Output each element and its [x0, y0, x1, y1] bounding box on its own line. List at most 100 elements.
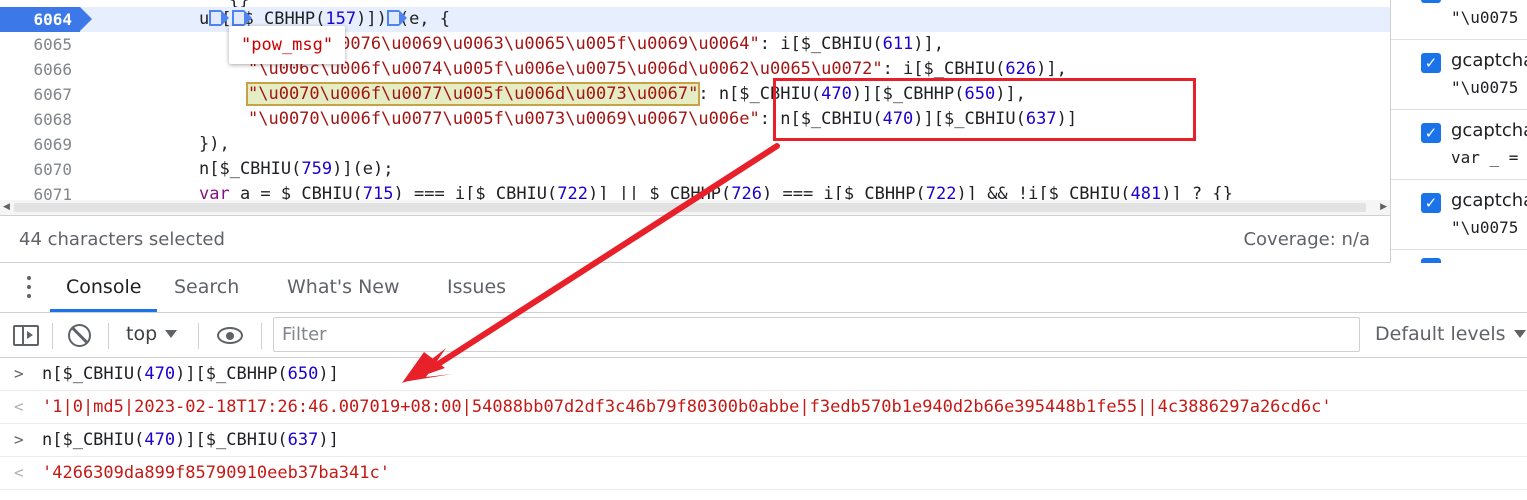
inline-breakpoint-icon[interactable]: [209, 10, 230, 26]
breakpoint-file-name: gcaptcha: [1451, 190, 1527, 211]
line-number[interactable]: 6064: [0, 7, 92, 32]
code-text: "\u0065\u0076\u0069\u0063\u0065\u005f\u0…: [248, 32, 944, 57]
drawer-tab-bar: Console Search What's New Issues: [0, 263, 1527, 313]
tab-console[interactable]: Console: [66, 276, 141, 298]
coverage-status[interactable]: Coverage: n/a: [1243, 229, 1370, 250]
code-text: }),: [199, 132, 230, 157]
inline-breakpoint-icon[interactable]: [386, 10, 407, 26]
editor-status-bar: 44 characters selected Coverage: n/a: [0, 215, 1390, 263]
code-token: )],: [1036, 59, 1067, 79]
code-token: )] && !i[$_CBHIU(: [956, 184, 1131, 200]
scrollbar-thumb[interactable]: [14, 203, 1366, 212]
breakpoint-file-name: gcaptcha: [1451, 50, 1527, 71]
breakpoint-item[interactable]: ✓ gcaptcha "\u0075: [1391, 180, 1527, 250]
code-token: 722: [925, 184, 957, 200]
line-number[interactable]: 6068: [0, 107, 80, 132]
selected-string-token: "\u0070\u006f\u0077\u005f\u006d\u0073\u0…: [245, 82, 701, 106]
code-token: 715: [362, 184, 394, 200]
checkbox-checked-icon[interactable]: ✓: [1421, 123, 1441, 143]
source-editor[interactable]: {} 6064u[$_CBHHP(157)])(e, {6065"\u0065\…: [0, 0, 1390, 200]
line-number[interactable]: 6067: [0, 82, 80, 107]
code-token: var: [199, 184, 230, 200]
code-token: 759: [301, 159, 333, 179]
code-token: "\u0070\u006f\u0077\u005f\u0073\u0069\u0…: [248, 109, 760, 129]
code-token: : i[$_CBHIU(: [759, 34, 883, 54]
result-arrow-icon: <: [14, 397, 24, 416]
context-value: top: [126, 323, 158, 345]
horizontal-scrollbar[interactable]: ◀ ▶: [0, 200, 1390, 215]
selection-status: 44 characters selected: [19, 229, 225, 250]
prompt-chevron-icon: >: [14, 364, 24, 383]
chevron-down-icon: [165, 330, 178, 338]
code-token: u: [199, 9, 210, 29]
toolbar-divider: [108, 323, 109, 349]
console-output[interactable]: > n[$_CBHIU(470)][$_CBHHP(650)] < '1|0|md5|…: [0, 358, 1527, 500]
code-token: )] || $_CBHHP(: [587, 184, 732, 200]
code-token: )](e);: [332, 159, 394, 179]
chevron-down-icon: [1513, 330, 1526, 338]
line-number[interactable]: 6071: [0, 182, 80, 200]
code-token: a = $_CBHIU(: [229, 184, 363, 200]
hover-tooltip: "pow_msg": [229, 26, 346, 64]
console-toolbar: top Default levels: [0, 313, 1527, 358]
code-token: )]): [356, 9, 387, 29]
code-token: 611: [882, 34, 914, 54]
breakpoint-code-snippet: "\u0075: [1451, 78, 1519, 97]
tab-whats-new[interactable]: What's New: [287, 276, 400, 298]
more-menu-icon[interactable]: [24, 276, 34, 300]
code-token: 722: [557, 184, 588, 200]
filter-input[interactable]: [273, 317, 1360, 352]
checkbox-checked-icon[interactable]: ✓: [1421, 0, 1441, 3]
code-token: 481: [1130, 184, 1162, 200]
result-arrow-icon: <: [14, 463, 24, 482]
breakpoint-item[interactable]: ✓ gcaptcha "\u0075: [1391, 40, 1527, 110]
log-levels-value: Default levels: [1375, 323, 1506, 345]
breakpoint-code-snippet: "\u0075: [1451, 8, 1519, 27]
code-line-6064[interactable]: 6064u[$_CBHHP(157)])(e, {: [0, 7, 1390, 32]
show-sidebar-icon[interactable]: [13, 325, 39, 346]
console-input-row[interactable]: > n[$_CBHIU(470)][$_CBHIU(637)]: [0, 424, 1527, 457]
toolbar-divider: [261, 323, 262, 349]
breakpoint-code-snippet: "\u0075: [1451, 218, 1519, 237]
code-line-6070[interactable]: 6070 n[$_CBHIU(759)](e);: [0, 157, 1390, 182]
live-expression-eye-icon[interactable]: [217, 327, 243, 344]
console-result-row[interactable]: < '4266309da899f85790910eeb37ba341c': [0, 457, 1527, 490]
checkbox-checked-icon[interactable]: ✓: [1421, 193, 1441, 213]
breakpoint-code-snippet: var _ =: [1451, 148, 1519, 167]
tab-issues[interactable]: Issues: [447, 276, 506, 298]
breakpoint-file-name: gcaptcha: [1451, 120, 1527, 141]
code-token: 626: [1005, 59, 1037, 79]
code-text: n[$_CBHIU(759)](e);: [199, 157, 394, 182]
breakpoints-panel: ✓ gcaptcha "\u0075 ✓ gcaptcha "\u0075 ✓ gcaptch…: [1390, 0, 1527, 263]
active-tab-indicator: [50, 309, 157, 312]
tab-search[interactable]: Search: [174, 276, 239, 298]
code-token: )],: [913, 34, 945, 54]
scroll-left-icon[interactable]: ◀: [3, 202, 10, 212]
console-expression: n[$_CBHIU(470)][$_CBHIU(637)]: [42, 430, 339, 450]
line-number[interactable]: 6069: [0, 132, 80, 157]
inline-breakpoint-icon[interactable]: [231, 10, 252, 26]
code-text: var a = $_CBHIU(715) === i[$_CBHIU(722)]…: [199, 182, 1233, 200]
line-number[interactable]: 6070: [0, 157, 80, 182]
console-input-row[interactable]: > n[$_CBHIU(470)][$_CBHHP(650)]: [0, 358, 1527, 391]
console-result-value: '4266309da899f85790910eeb37ba341c': [42, 463, 390, 483]
code-line-6071[interactable]: 6071 var a = $_CBHIU(715) === i[$_CBHIU(7…: [0, 182, 1390, 200]
clear-console-icon[interactable]: [68, 324, 91, 347]
log-levels-dropdown[interactable]: Default levels: [1375, 323, 1526, 345]
code-token: ) === i[$_CBHIU(: [393, 184, 558, 200]
annotation-highlight-box: [773, 78, 1196, 141]
toolbar-divider: [52, 323, 53, 349]
code-token: }),: [199, 134, 230, 154]
breakpoint-item[interactable]: ✓ gcaptcha "\u0075: [1391, 0, 1527, 40]
line-number[interactable]: 6066: [0, 57, 80, 82]
code-token: : i[$_CBHIU(: [882, 59, 1006, 79]
console-result-row[interactable]: < '1|0|md5|2023-02-18T17:26:46.007019+08:…: [0, 391, 1527, 424]
breakpoint-item[interactable]: ✓ gcaptcha var _ =: [1391, 110, 1527, 180]
line-number[interactable]: 6065: [0, 32, 80, 57]
code-line-6065[interactable]: 6065 "\u0065\u0076\u0069\u0063\u0065\u005…: [0, 32, 1390, 57]
breakpoint-file-name: gcaptcha: [1451, 0, 1527, 1]
scroll-right-icon[interactable]: ▶: [1380, 202, 1387, 212]
context-selector[interactable]: top: [126, 323, 178, 345]
console-result-value: '1|0|md5|2023-02-18T17:26:46.007019+08:0…: [42, 397, 1332, 417]
checkbox-checked-icon[interactable]: ✓: [1421, 53, 1441, 73]
